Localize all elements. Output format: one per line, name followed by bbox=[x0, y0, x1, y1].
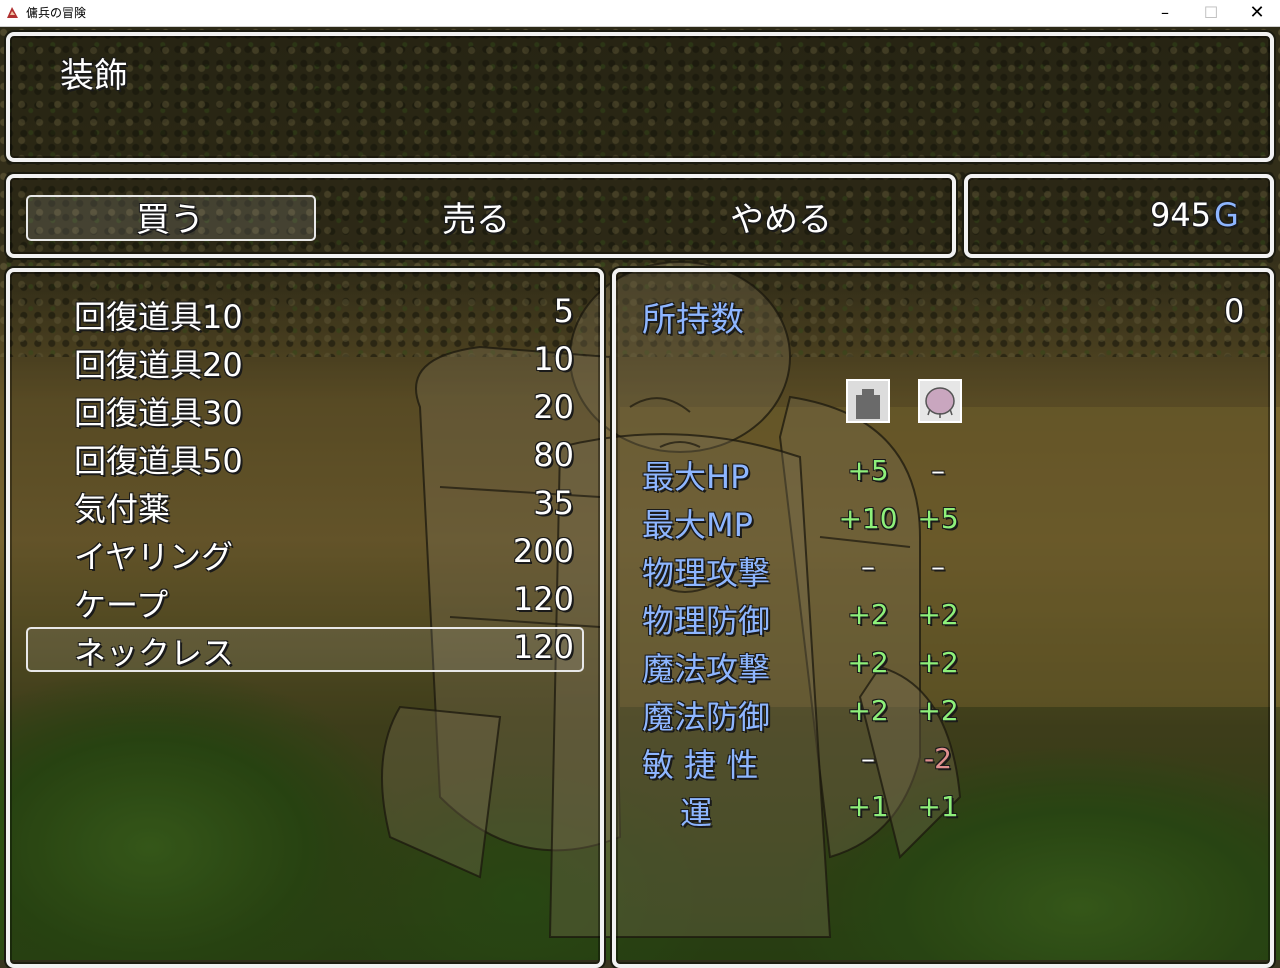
param-change-actor2: +2 bbox=[917, 694, 959, 727]
window-titlebar: 傭兵の冒険 – ☐ ✕ bbox=[0, 0, 1280, 27]
command-sell[interactable]: 売る bbox=[442, 192, 510, 241]
item-price: 20 bbox=[533, 388, 574, 426]
param-change-actor2: +1 bbox=[917, 790, 959, 823]
param-label: 物理防御 bbox=[642, 602, 771, 640]
param-change-actor2: – bbox=[931, 550, 945, 583]
item-price: 120 bbox=[512, 628, 574, 666]
param-change-actor2: +2 bbox=[917, 598, 959, 631]
possession-label: 所持数 bbox=[642, 300, 744, 340]
possession-value: 0 bbox=[1224, 292, 1245, 330]
pink-blob-icon bbox=[918, 379, 962, 423]
param-change-actor1: +1 bbox=[847, 790, 889, 823]
window-title: 傭兵の冒険 bbox=[26, 6, 87, 20]
param-change-actor1: +5 bbox=[847, 454, 889, 487]
knight-silhouette-icon bbox=[846, 379, 890, 423]
param-label: 最大MP bbox=[642, 506, 753, 544]
param-change-actor1: – bbox=[861, 742, 875, 775]
item-name: ケープ bbox=[74, 586, 169, 624]
param-change-actor2: +2 bbox=[917, 646, 959, 679]
item-name: 回復道具30 bbox=[74, 394, 243, 432]
param-change-actor2: -2 bbox=[924, 742, 952, 775]
item-name: 回復道具50 bbox=[74, 442, 243, 480]
gold-amount: 945 bbox=[1150, 196, 1212, 234]
item-price: 120 bbox=[512, 580, 574, 618]
param-label: 最大HP bbox=[642, 458, 750, 496]
item-name: 回復道具10 bbox=[74, 298, 243, 336]
item-name: ネックレス bbox=[74, 634, 235, 672]
item-name: 気付薬 bbox=[74, 490, 171, 528]
param-change-actor1: +2 bbox=[847, 598, 889, 631]
param-label: 魔法攻撃 bbox=[642, 650, 771, 688]
param-change-actor1: +2 bbox=[847, 694, 889, 727]
param-change-actor1: +2 bbox=[847, 646, 889, 679]
param-change-actor1: +10 bbox=[838, 502, 898, 535]
param-label: 物理攻撃 bbox=[642, 554, 771, 592]
param-change-actor1: – bbox=[861, 550, 875, 583]
maximize-button[interactable]: ☐ bbox=[1188, 0, 1234, 26]
help-window bbox=[6, 32, 1274, 162]
item-name: イヤリング bbox=[74, 538, 234, 576]
param-change-actor2: +5 bbox=[917, 502, 959, 535]
item-price: 80 bbox=[533, 436, 574, 474]
param-label: 運 bbox=[680, 794, 713, 832]
item-name: 回復道具20 bbox=[74, 346, 243, 384]
gold-unit: G bbox=[1214, 196, 1239, 234]
close-button[interactable]: ✕ bbox=[1234, 0, 1280, 26]
command-buy[interactable]: 買う bbox=[136, 192, 204, 241]
help-text: 装飾 bbox=[60, 56, 128, 96]
item-price: 35 bbox=[533, 484, 574, 522]
param-label: 魔法防御 bbox=[642, 698, 771, 736]
app-icon bbox=[7, 7, 18, 18]
param-change-actor2: – bbox=[931, 454, 945, 487]
command-cancel[interactable]: やめる bbox=[730, 192, 832, 241]
item-price: 200 bbox=[512, 532, 574, 570]
minimize-button[interactable]: – bbox=[1142, 0, 1188, 26]
param-label: 敏 捷 性 bbox=[642, 746, 759, 784]
item-price: 5 bbox=[553, 292, 574, 330]
item-price: 10 bbox=[533, 340, 574, 378]
